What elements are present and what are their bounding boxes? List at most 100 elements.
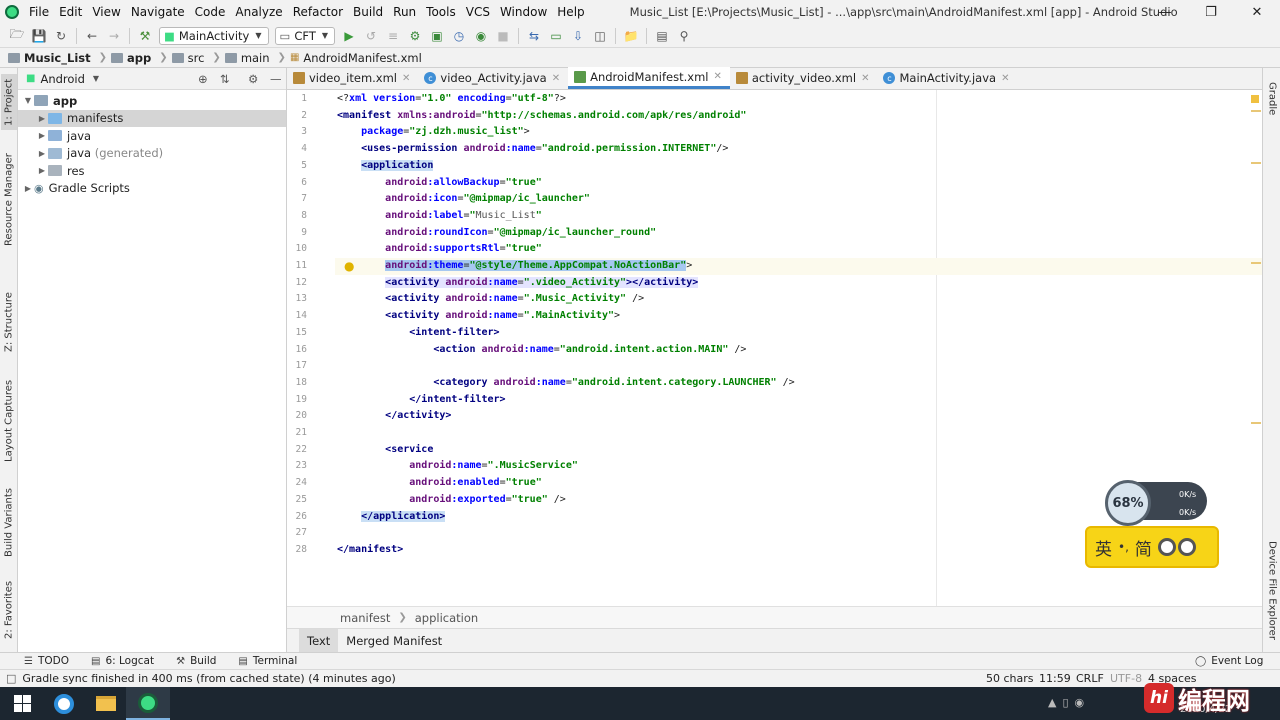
system-tray-icons[interactable]: ▲▯◉ bbox=[1048, 696, 1090, 709]
tree-item-app[interactable]: ▼ app bbox=[18, 92, 286, 110]
collapsed-arrow-icon[interactable]: ▶ bbox=[36, 166, 48, 175]
forward-icon[interactable]: → bbox=[105, 27, 123, 45]
layout-captures-tab[interactable]: Layout Captures bbox=[1, 378, 17, 464]
panel-toggle-icon[interactable]: □ bbox=[6, 672, 16, 685]
menu-file[interactable]: File bbox=[24, 5, 54, 19]
tree-item-java-generated[interactable]: ▶ java (generated) bbox=[18, 145, 286, 163]
sdk-manager-icon[interactable]: ⇩ bbox=[569, 27, 587, 45]
close-icon[interactable]: ✕ bbox=[402, 73, 410, 84]
hide-panel-icon[interactable]: — bbox=[270, 72, 282, 86]
collapsed-arrow-icon[interactable]: ▶ bbox=[22, 184, 34, 193]
collapsed-arrow-icon[interactable]: ▶ bbox=[36, 131, 48, 140]
tab-video-item-xml[interactable]: video_item.xml ✕ bbox=[287, 67, 418, 89]
logcat-tool-button[interactable]: ▤ 6: Logcat bbox=[91, 655, 154, 667]
file-encoding[interactable]: UTF-8 bbox=[1110, 672, 1142, 685]
menu-build[interactable]: Build bbox=[348, 5, 388, 19]
breadcrumb-app[interactable]: app bbox=[111, 51, 151, 65]
tree-item-manifests[interactable]: ▶ manifests bbox=[18, 109, 286, 127]
favorites-tab[interactable]: 2: Favorites bbox=[1, 578, 17, 642]
close-icon[interactable]: ✕ bbox=[713, 71, 721, 82]
collapsed-arrow-icon[interactable]: ▶ bbox=[36, 114, 48, 123]
open-icon[interactable]: 🗁 bbox=[8, 27, 26, 45]
inspection-status-icon[interactable] bbox=[1251, 95, 1259, 103]
ime-floating-widget[interactable]: 68% 0K/s 0K/s 英 •, 简 bbox=[1083, 480, 1223, 572]
save-icon[interactable]: 💾 bbox=[30, 27, 48, 45]
avd-manager-icon[interactable]: ▭ bbox=[547, 27, 565, 45]
menu-view[interactable]: View bbox=[87, 5, 125, 19]
close-icon[interactable]: ✕ bbox=[552, 73, 560, 84]
menu-help[interactable]: Help bbox=[552, 5, 589, 19]
project-structure-icon[interactable]: 📁 bbox=[622, 27, 640, 45]
file-explorer-icon[interactable] bbox=[84, 687, 128, 720]
run-config-select[interactable]: ■ MainActivity ▼ bbox=[159, 26, 269, 45]
tab-text[interactable]: Text bbox=[299, 628, 339, 653]
tree-item-java[interactable]: ▶ java bbox=[18, 127, 286, 145]
search-app-icon[interactable] bbox=[42, 687, 86, 720]
tab-merged-manifest[interactable]: Merged Manifest bbox=[338, 629, 450, 653]
layout-inspector-icon[interactable]: ◫ bbox=[591, 27, 609, 45]
build-variants-tab[interactable]: Build Variants bbox=[1, 486, 17, 560]
search-icon[interactable]: ⚲ bbox=[675, 27, 693, 45]
event-log-button[interactable]: ◯ Event Log bbox=[1195, 655, 1263, 667]
error-stripe-mark[interactable] bbox=[1251, 162, 1261, 164]
close-icon[interactable]: ✕ bbox=[1001, 73, 1009, 84]
breadcrumb-project[interactable]: Music_List bbox=[8, 51, 91, 65]
structure-tab[interactable]: Z: Structure bbox=[1, 292, 17, 352]
stop-icon[interactable]: ■ bbox=[494, 27, 512, 45]
tree-item-gradle-scripts[interactable]: ▶ ◉ Gradle Scripts bbox=[18, 180, 286, 198]
error-stripe-mark[interactable] bbox=[1251, 110, 1261, 112]
back-icon[interactable]: ← bbox=[83, 27, 101, 45]
android-studio-taskbar-icon[interactable] bbox=[126, 687, 170, 720]
tab-main-activity-java[interactable]: c MainActivity.java ✕ bbox=[877, 67, 1017, 89]
caret-position[interactable]: 11:59 bbox=[1039, 672, 1071, 685]
device-select[interactable]: ▭ CFT ▼ bbox=[274, 26, 335, 45]
menu-code[interactable]: Code bbox=[190, 5, 231, 19]
build-tool-button[interactable]: ⚒ Build bbox=[176, 655, 216, 667]
breadcrumb-main[interactable]: main bbox=[224, 51, 270, 65]
menu-navigate[interactable]: Navigate bbox=[126, 5, 190, 19]
xml-crumb-application[interactable]: application bbox=[415, 611, 478, 625]
collapsed-arrow-icon[interactable]: ▶ bbox=[36, 149, 48, 158]
tab-activity-video-xml[interactable]: activity_video.xml ✕ bbox=[730, 67, 878, 89]
project-view-select[interactable]: Android bbox=[40, 72, 84, 86]
menu-edit[interactable]: Edit bbox=[54, 5, 87, 19]
breadcrumb-file[interactable]: ▦ AndroidManifest.xml bbox=[290, 51, 422, 65]
close-icon[interactable]: ✕ bbox=[861, 73, 869, 84]
ime-status-bar[interactable]: 英 •, 简 bbox=[1085, 526, 1219, 568]
line-separator[interactable]: CRLF bbox=[1076, 672, 1104, 685]
breadcrumb-src[interactable]: src bbox=[171, 51, 204, 65]
error-stripe-mark[interactable] bbox=[1251, 422, 1261, 424]
terminal-tool-button[interactable]: ▤ Terminal bbox=[238, 655, 297, 667]
editor-scrollbar[interactable] bbox=[1250, 90, 1262, 606]
device-file-explorer-tab[interactable]: Device File Explorer bbox=[1264, 534, 1280, 646]
debug-icon[interactable]: ⚙ bbox=[406, 27, 424, 45]
menu-analyze[interactable]: Analyze bbox=[230, 5, 287, 19]
menu-window[interactable]: Window bbox=[495, 5, 552, 19]
profile-icon[interactable]: ◷ bbox=[450, 27, 468, 45]
status-message[interactable]: Gradle sync finished in 400 ms (from cac… bbox=[22, 672, 395, 685]
run-coverage-icon[interactable]: ▣ bbox=[428, 27, 446, 45]
todo-tool-button[interactable]: ☰ TODO bbox=[24, 655, 69, 667]
run-icon[interactable]: ▶ bbox=[340, 27, 358, 45]
make-project-icon[interactable]: ⚒ bbox=[136, 27, 154, 45]
menu-tools[interactable]: Tools bbox=[421, 5, 461, 19]
tab-android-manifest-xml[interactable]: AndroidManifest.xml ✕ bbox=[568, 67, 730, 89]
sync-icon[interactable]: ↻ bbox=[52, 27, 70, 45]
gradle-sync-icon[interactable]: ⇆ bbox=[525, 27, 543, 45]
resource-manager-tab[interactable]: Resource Manager bbox=[1, 154, 17, 247]
apply-code-changes-icon[interactable]: ≡ bbox=[384, 27, 402, 45]
ime-mode[interactable]: 简 bbox=[1135, 535, 1152, 560]
locate-icon[interactable]: ⊕ bbox=[198, 72, 208, 86]
close-icon[interactable]: ✕ bbox=[1234, 0, 1280, 24]
collapse-all-icon[interactable]: ⇅ bbox=[220, 72, 230, 86]
minimize-icon[interactable]: — bbox=[1142, 0, 1188, 24]
apply-changes-icon[interactable]: ↺ bbox=[362, 27, 380, 45]
menu-refactor[interactable]: Refactor bbox=[288, 5, 348, 19]
expanded-arrow-icon[interactable]: ▼ bbox=[22, 96, 34, 105]
terminal-icon[interactable]: ▤ bbox=[653, 27, 671, 45]
error-stripe-mark[interactable] bbox=[1251, 262, 1261, 264]
attach-debugger-icon[interactable]: ◉ bbox=[472, 27, 490, 45]
ime-language[interactable]: 英 bbox=[1095, 535, 1112, 560]
menu-run[interactable]: Run bbox=[388, 5, 421, 19]
menu-vcs[interactable]: VCS bbox=[461, 5, 495, 19]
